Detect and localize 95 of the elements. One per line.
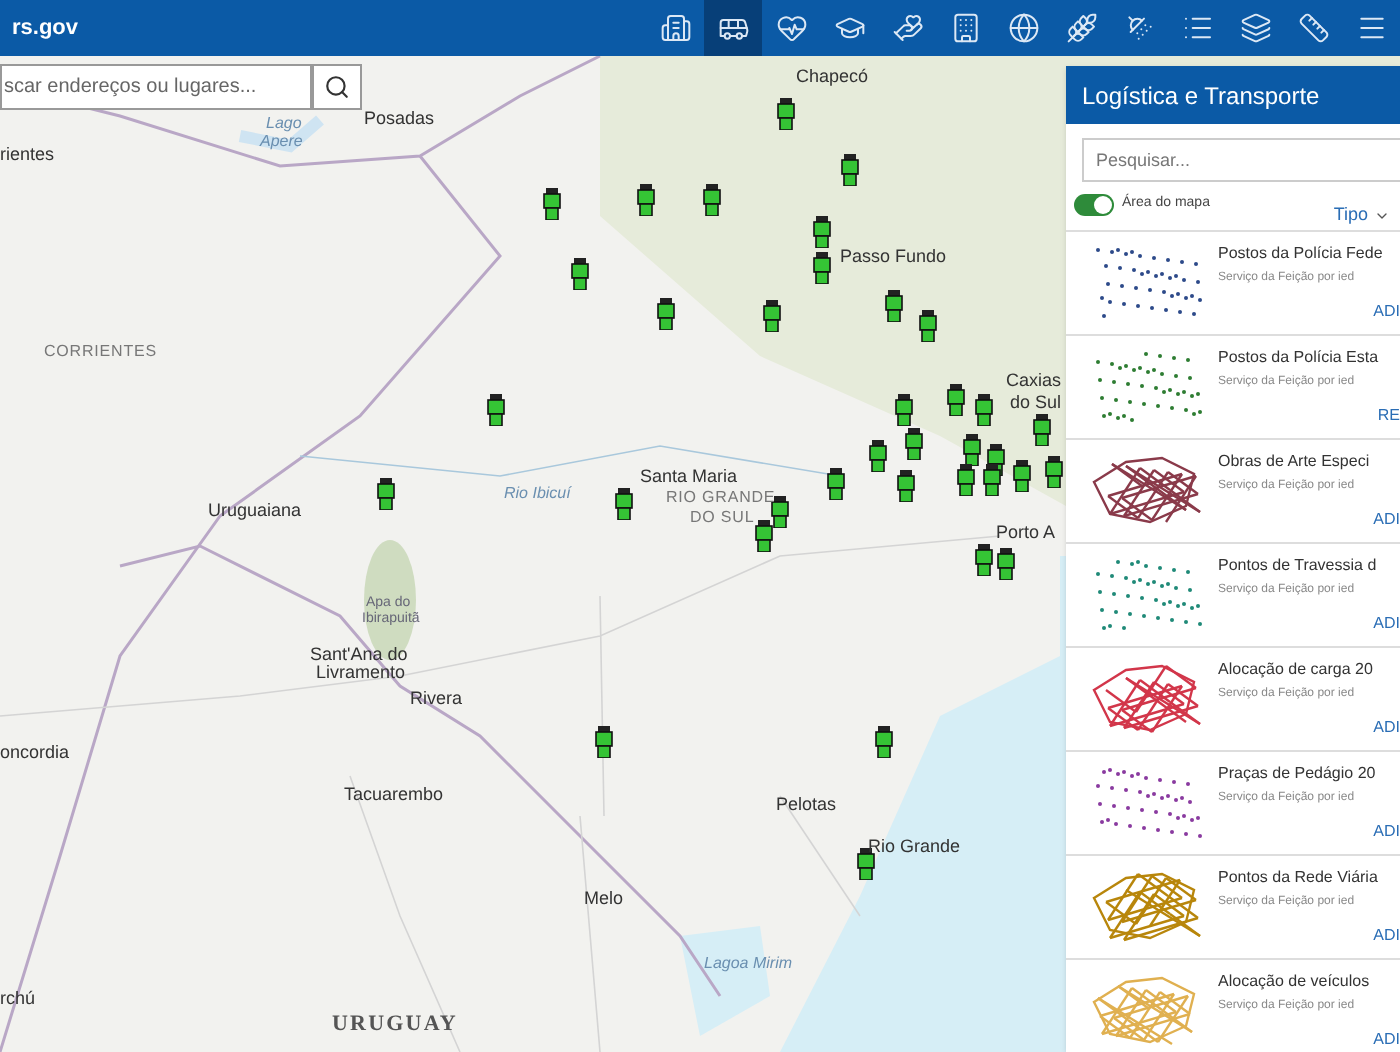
police-officer-icon[interactable] bbox=[868, 440, 888, 472]
police-officer-icon[interactable] bbox=[702, 184, 722, 216]
police-officer-icon[interactable] bbox=[812, 216, 832, 248]
police-officer-icon[interactable] bbox=[594, 726, 614, 758]
map-label: do Sul bbox=[1010, 394, 1062, 412]
layer-action-link[interactable]: ADI bbox=[1373, 923, 1400, 947]
map-label: Sant'Ana do bbox=[310, 646, 408, 664]
map-label: Tacuarembo bbox=[344, 786, 444, 804]
layer-title: Praças de Pedágio 20 bbox=[1218, 761, 1378, 785]
map-label: URUGUAY bbox=[332, 1014, 458, 1036]
layer-title: Pontos da Rede Viária bbox=[1218, 865, 1380, 889]
police-officer-icon[interactable] bbox=[904, 428, 924, 460]
map-label: Lagoa Mirim bbox=[704, 956, 793, 972]
globe-icon bbox=[1007, 12, 1039, 44]
heart-pulse-icon bbox=[775, 12, 807, 44]
layer-action-link[interactable]: ADI bbox=[1373, 611, 1400, 635]
menu-icon bbox=[1355, 12, 1387, 44]
address-search-field[interactable]: scar endereços ou lugares... bbox=[0, 64, 312, 110]
building-icon bbox=[949, 12, 981, 44]
layer-action-link[interactable]: ADI bbox=[1373, 715, 1400, 739]
police-officer-icon[interactable] bbox=[896, 470, 916, 502]
wheat-icon bbox=[1065, 12, 1097, 44]
map-label: Rivera bbox=[410, 690, 463, 708]
hand-heart-icon bbox=[891, 12, 923, 44]
police-officer-icon[interactable] bbox=[956, 464, 976, 496]
map-label: Porto A bbox=[996, 524, 1056, 542]
police-officer-icon[interactable] bbox=[656, 298, 676, 330]
police-officer-icon[interactable] bbox=[974, 394, 994, 426]
layer-title: Postos da Polícia Esta bbox=[1218, 345, 1381, 369]
map-label: Melo bbox=[584, 890, 624, 908]
police-officer-icon[interactable] bbox=[884, 290, 904, 322]
police-officer-icon[interactable] bbox=[776, 98, 796, 130]
police-officer-icon[interactable] bbox=[918, 310, 938, 342]
police-officer-icon[interactable] bbox=[770, 496, 790, 528]
panel-title: Logística e Transporte bbox=[1082, 79, 1320, 113]
map-label: Santa Maria bbox=[640, 468, 738, 486]
buildings-icon bbox=[659, 12, 691, 44]
map-label: Posadas bbox=[364, 110, 435, 128]
police-officer-icon[interactable] bbox=[962, 434, 982, 466]
layer-title: Pontos de Travessia d bbox=[1218, 553, 1379, 577]
map-label: oncordia bbox=[0, 744, 70, 762]
police-officer-icon[interactable] bbox=[826, 468, 846, 500]
type-sort-dropdown[interactable]: Tipo bbox=[1333, 202, 1392, 229]
search-button[interactable] bbox=[312, 64, 362, 110]
map-label: Uruguaiana bbox=[208, 502, 302, 520]
police-officer-icon[interactable] bbox=[946, 384, 966, 416]
police-officer-icon[interactable] bbox=[570, 258, 590, 290]
police-officer-icon[interactable] bbox=[542, 188, 562, 220]
graduation-cap-icon bbox=[833, 12, 865, 44]
police-officer-icon[interactable] bbox=[636, 184, 656, 216]
layers-icon bbox=[1239, 12, 1271, 44]
police-officer-icon[interactable] bbox=[486, 394, 506, 426]
map-label: DO SUL bbox=[690, 510, 755, 526]
map-label: Chapecó bbox=[796, 68, 869, 86]
map-label: Livramento bbox=[316, 664, 406, 682]
layer-action-link[interactable]: RE bbox=[1377, 403, 1400, 427]
site-title: rs.gov bbox=[12, 13, 79, 44]
map-area-toggle[interactable] bbox=[1074, 194, 1114, 216]
police-officer-icon[interactable] bbox=[874, 726, 894, 758]
ruler-icon bbox=[1297, 12, 1329, 44]
police-officer-icon[interactable] bbox=[982, 464, 1002, 496]
layer-action-link[interactable]: ADI bbox=[1373, 819, 1400, 843]
map-label: Rio Ibicuí bbox=[504, 486, 571, 502]
police-officer-icon[interactable] bbox=[614, 488, 634, 520]
layer-action-link[interactable]: ADI bbox=[1373, 1027, 1400, 1051]
police-officer-icon[interactable] bbox=[812, 252, 832, 284]
map-label: Caxias bbox=[1006, 372, 1062, 390]
map-label: CORRIENTES bbox=[44, 344, 157, 360]
panel-search-field[interactable]: Pesquisar... bbox=[1082, 138, 1400, 182]
police-officer-icon[interactable] bbox=[1032, 414, 1052, 446]
map-label: rchú bbox=[0, 990, 36, 1008]
police-officer-icon[interactable] bbox=[974, 544, 994, 576]
police-officer-icon[interactable] bbox=[996, 548, 1016, 580]
police-officer-icon[interactable] bbox=[1012, 460, 1032, 492]
map-label: Passo Fundo bbox=[840, 248, 947, 266]
map-label: Lago bbox=[266, 116, 302, 132]
police-officer-icon[interactable] bbox=[376, 478, 396, 510]
map-label: Apere bbox=[260, 134, 303, 150]
layer-title: Alocação de veículos bbox=[1218, 969, 1372, 993]
map-label: Pelotas bbox=[776, 796, 837, 814]
police-officer-icon[interactable] bbox=[840, 154, 860, 186]
layer-action-link[interactable]: ADI bbox=[1373, 299, 1400, 323]
police-officer-icon[interactable] bbox=[1044, 456, 1064, 488]
layer-action-link[interactable]: ADI bbox=[1373, 507, 1400, 531]
layer-title: Postos da Polícia Fede bbox=[1218, 241, 1385, 265]
layer-title: Alocação de carga 20 bbox=[1218, 657, 1375, 681]
map-label: RIO GRANDE bbox=[666, 490, 776, 506]
police-officer-icon[interactable] bbox=[762, 300, 782, 332]
map-label: rientes bbox=[0, 146, 55, 164]
police-officer-icon[interactable] bbox=[754, 520, 774, 552]
map-label: Rio Grande bbox=[868, 838, 961, 856]
search-icon bbox=[324, 74, 350, 100]
bus-tool[interactable] bbox=[704, 0, 762, 56]
layer-title: Obras de Arte Especi bbox=[1218, 449, 1372, 473]
police-officer-icon[interactable] bbox=[894, 394, 914, 426]
